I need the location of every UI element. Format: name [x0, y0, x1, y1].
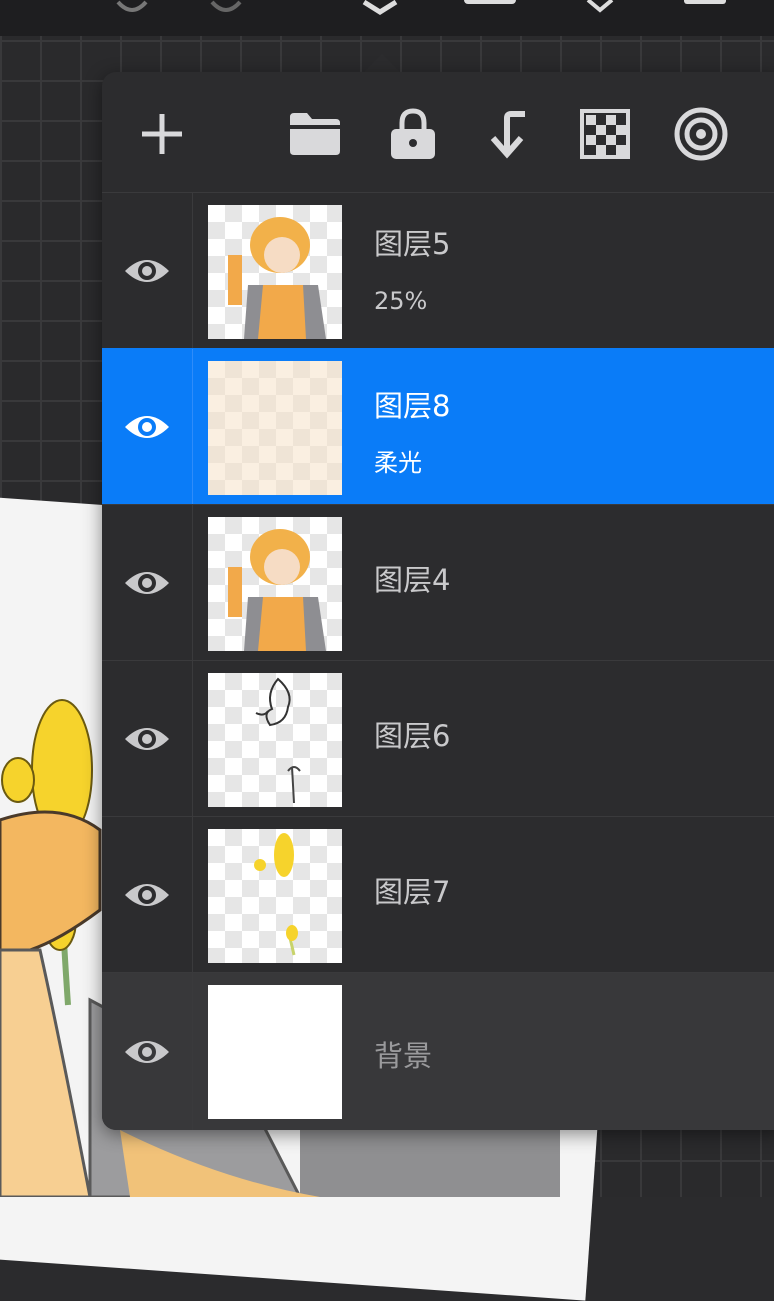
layer-thumbnail: [208, 829, 342, 963]
layer-name: 图层7: [374, 875, 451, 909]
layer-row[interactable]: 图层7: [102, 816, 774, 972]
redo-icon[interactable]: [206, 0, 246, 28]
selection-tool-icon[interactable]: [460, 0, 520, 28]
transparency-icon: [580, 109, 630, 159]
folder-icon: [290, 113, 340, 155]
layer-name: 背景: [374, 1039, 433, 1073]
layers-panel: 图层5 25% 图层8 柔光 图层4 图层6 图层7 背景: [102, 72, 774, 1130]
layer-name: 图层8: [374, 389, 451, 423]
color-tool-icon[interactable]: [680, 0, 730, 28]
layer-thumbnail: [208, 205, 342, 339]
mask-button[interactable]: [669, 106, 733, 162]
visibility-toggle[interactable]: [102, 817, 193, 972]
layer-thumbnail: [208, 985, 342, 1119]
layer-blend-mode: 柔光: [374, 449, 422, 477]
eye-icon: [125, 1040, 169, 1063]
lock-layer-button[interactable]: [381, 106, 445, 162]
alpha-lock-button[interactable]: [573, 106, 637, 162]
layer-name: 图层5: [374, 227, 451, 261]
mask-icon: [674, 107, 728, 161]
visibility-toggle[interactable]: [102, 661, 193, 816]
layer-thumbnail: [208, 517, 342, 651]
layer-row[interactable]: 图层6: [102, 660, 774, 816]
layer-thumbnail: [208, 361, 342, 495]
top-toolbar: [0, 0, 774, 36]
layer-row-background[interactable]: 背景: [102, 972, 774, 1130]
visibility-toggle[interactable]: [102, 193, 193, 348]
layer-row[interactable]: 图层5 25%: [102, 192, 774, 348]
merge-down-button[interactable]: [477, 106, 541, 162]
add-layer-icon: [142, 114, 182, 154]
merge-down-icon: [490, 111, 525, 159]
lock-icon: [391, 108, 435, 159]
brush-tool-icon[interactable]: [580, 0, 620, 28]
layer-name: 图层4: [374, 563, 451, 597]
layer-opacity: 25%: [374, 287, 428, 315]
eye-icon: [125, 415, 169, 438]
visibility-toggle[interactable]: [102, 973, 193, 1130]
undo-icon[interactable]: [112, 0, 152, 28]
layer-list: 图层5 25% 图层8 柔光 图层4 图层6 图层7 背景: [102, 192, 774, 1130]
layers-toolbar: [102, 72, 774, 192]
eye-icon: [125, 883, 169, 906]
eye-icon: [125, 727, 169, 750]
eye-icon: [125, 259, 169, 282]
layer-thumbnail: [208, 673, 342, 807]
layer-name: 图层6: [374, 719, 451, 753]
group-folder-button[interactable]: [283, 106, 347, 162]
eye-icon: [125, 571, 169, 594]
panel-pointer: [362, 54, 402, 74]
visibility-toggle[interactable]: [102, 505, 193, 660]
add-layer-button[interactable]: [130, 106, 194, 162]
layer-row-selected[interactable]: 图层8 柔光: [102, 348, 774, 504]
layer-row[interactable]: 图层4: [102, 504, 774, 660]
layers-tool-icon[interactable]: [360, 0, 400, 28]
visibility-toggle[interactable]: [102, 349, 193, 504]
